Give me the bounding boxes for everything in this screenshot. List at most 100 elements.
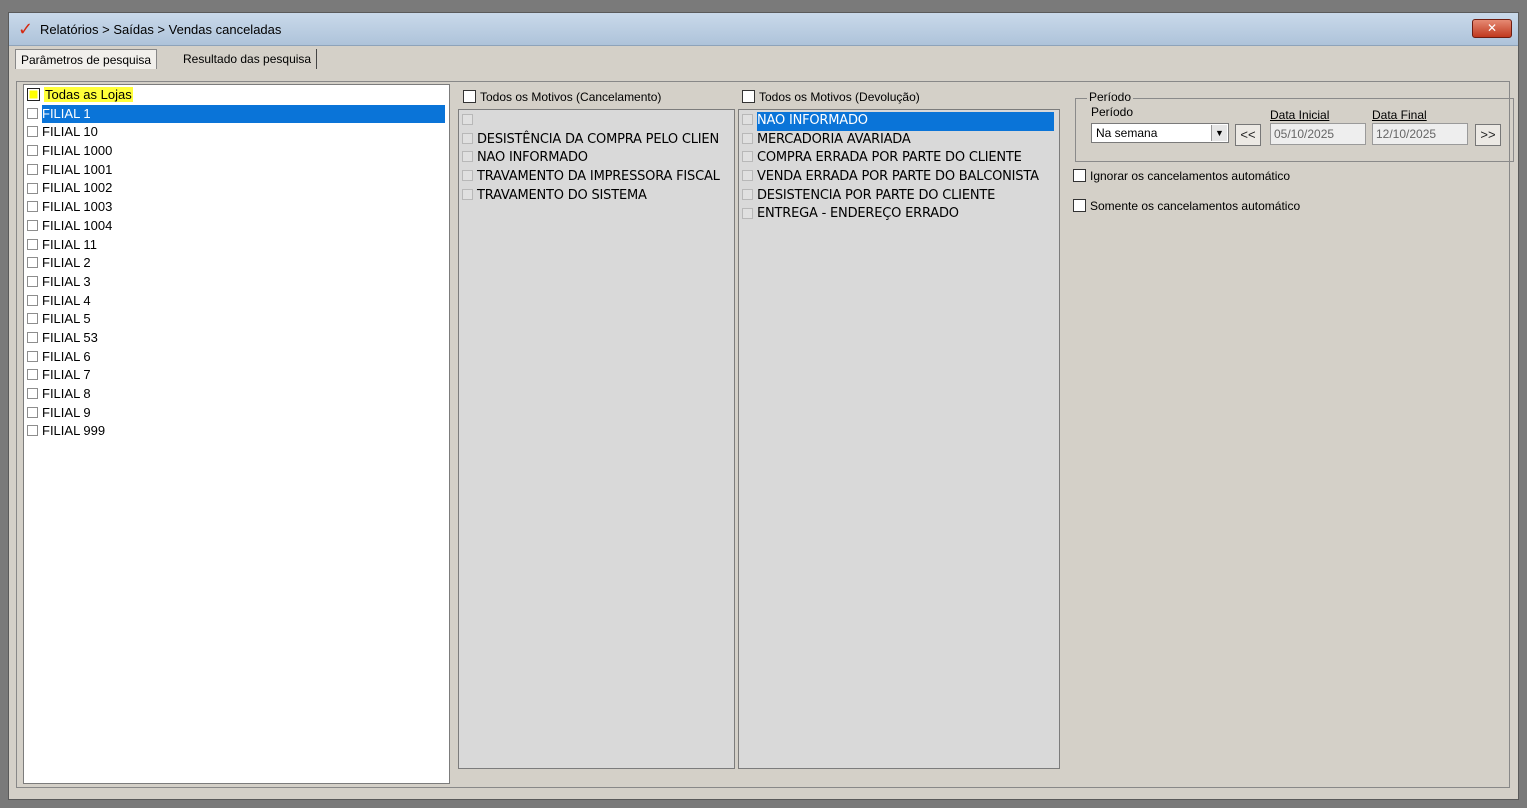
item-checkbox[interactable] [27,350,38,362]
periodo-select[interactable]: Na semana ▼ [1091,123,1229,143]
loja-list-item[interactable]: FILIAL 1002 [24,179,449,198]
item-checkbox[interactable] [462,151,473,163]
item-checkbox[interactable] [462,114,473,126]
item-label: FILIAL 1002 [42,180,113,196]
item-label: FILIAL 6 [42,348,91,364]
data-final-input[interactable]: 12/10/2025 [1372,123,1468,145]
loja-list-item[interactable]: FILIAL 6 [24,348,449,367]
loja-list-item[interactable]: FILIAL 2 [24,254,449,273]
somente-option[interactable]: Somente os cancelamentos automático [1070,199,1300,213]
item-label: NAO INFORMADO [477,150,588,166]
loja-list-item[interactable]: FILIAL 1 [24,104,449,124]
next-period-button[interactable]: >> [1475,124,1501,146]
item-checkbox[interactable] [742,151,753,163]
devolucao-list-item[interactable]: ENTREGA - ENDEREÇO ERRADO [739,204,1059,223]
item-checkbox[interactable] [742,188,753,200]
item-checkbox[interactable] [27,219,38,231]
item-checkbox[interactable] [27,369,38,381]
item-checkbox[interactable] [27,182,38,194]
devolucao-list-item[interactable]: NAO INFORMADO [739,111,1059,131]
chevron-down-icon[interactable]: ▼ [1211,125,1227,141]
close-button[interactable]: ✕ [1472,19,1512,38]
item-label: MERCADORIA AVARIADA [757,131,911,147]
main-window: ✓ Relatórios > Saídas > Vendas cancelada… [8,12,1519,800]
loja-list-item[interactable]: FILIAL 8 [24,385,449,404]
item-checkbox[interactable] [27,238,38,250]
todos-cancelamento-checkbox[interactable] [463,90,476,104]
cancelamento-list-item[interactable] [459,111,734,130]
todas-lojas-row[interactable]: Todas as Lojas [24,86,449,105]
item-checkbox[interactable] [27,313,38,325]
data-final-label: Data Final [1372,108,1427,122]
ignorar-checkbox[interactable] [1073,169,1086,183]
devolucao-list[interactable]: NAO INFORMADO MERCADORIA AVARIADA COMPRA E… [738,109,1060,769]
item-checkbox[interactable] [742,114,753,126]
item-label: FILIAL 1004 [42,217,113,233]
item-checkbox[interactable] [742,207,753,219]
item-label: FILIAL 11 [42,236,97,252]
item-checkbox[interactable] [742,132,753,144]
item-checkbox[interactable] [27,107,38,119]
item-label: FILIAL 7 [42,367,91,383]
loja-list-item[interactable]: FILIAL 5 [24,310,449,329]
somente-checkbox[interactable] [1073,199,1086,213]
item-label: DESISTÊNCIA DA COMPRA PELO CLIEN [477,131,719,147]
loja-list-item[interactable]: FILIAL 999 [24,422,449,441]
ignorar-option[interactable]: Ignorar os cancelamentos automático [1070,169,1290,183]
loja-list-item[interactable]: FILIAL 10 [24,123,449,142]
item-label: TRAVAMENTO DO SISTEMA [477,187,647,203]
devolucao-list-item[interactable]: COMPRA ERRADA POR PARTE DO CLIENTE [739,148,1059,167]
periodo-select-value: Na semana [1096,126,1158,140]
cancelamento-list-item[interactable]: TRAVAMENTO DO SISTEMA [459,186,734,205]
loja-list-item[interactable]: FILIAL 4 [24,292,449,311]
lojas-list[interactable]: Todas as Lojas FILIAL 1 FILIAL 10 FILIAL 1… [23,84,450,784]
todos-devolucao-checkbox[interactable] [742,90,755,104]
todos-cancelamento-label: Todos os Motivos (Cancelamento) [480,90,662,104]
item-label: COMPRA ERRADA POR PARTE DO CLIENTE [757,150,1022,166]
loja-list-item[interactable]: FILIAL 3 [24,273,449,292]
loja-list-item[interactable]: FILIAL 9 [24,404,449,423]
devolucao-header[interactable]: Todos os Motivos (Devolução) [739,90,920,104]
loja-list-item[interactable]: FILIAL 1004 [24,217,449,236]
item-checkbox[interactable] [462,170,473,182]
loja-list-item[interactable]: FILIAL 7 [24,366,449,385]
item-checkbox[interactable] [462,188,473,200]
item-checkbox[interactable] [27,126,38,138]
item-checkbox[interactable] [27,406,38,418]
loja-list-item[interactable]: FILIAL 1001 [24,161,449,180]
loja-list-item[interactable]: FILIAL 11 [24,236,449,255]
item-label: FILIAL 3 [42,273,91,289]
item-label: FILIAL 1000 [42,143,113,159]
item-checkbox[interactable] [27,257,38,269]
item-checkbox[interactable] [27,332,38,343]
loja-list-item[interactable]: FILIAL 53 [24,329,449,348]
prev-period-button[interactable]: << [1235,124,1261,146]
item-checkbox[interactable] [462,132,473,144]
window-title: Relatórios > Saídas > Vendas canceladas [40,22,282,37]
item-checkbox[interactable] [27,275,38,287]
item-checkbox[interactable] [742,170,753,182]
devolucao-list-item[interactable]: MERCADORIA AVARIADA [739,130,1059,149]
tab-resultado[interactable]: Resultado das pesquisa [178,49,318,69]
loja-list-item[interactable]: FILIAL 1000 [24,142,449,161]
cancelamento-list[interactable]: DESISTÊNCIA DA COMPRA PELO CLIEN NAO INFO… [458,109,735,769]
data-inicial-input[interactable]: 05/10/2025 [1270,123,1366,145]
item-checkbox[interactable] [27,145,38,157]
loja-list-item[interactable]: FILIAL 1003 [24,198,449,217]
item-checkbox[interactable] [27,201,38,213]
item-checkbox[interactable] [27,163,38,175]
item-label: DESISTENCIA POR PARTE DO CLIENTE [757,187,996,203]
todas-lojas-label: Todas as Lojas [44,87,133,102]
devolucao-list-item[interactable]: DESISTENCIA POR PARTE DO CLIENTE [739,186,1059,205]
cancelamento-list-item[interactable]: TRAVAMENTO DA IMPRESSORA FISCAL [459,167,734,186]
cancelamento-header[interactable]: Todos os Motivos (Cancelamento) [460,90,661,104]
item-checkbox[interactable] [27,425,38,437]
cancelamento-list-item[interactable]: DESISTÊNCIA DA COMPRA PELO CLIEN [459,130,734,149]
item-label: FILIAL 2 [42,255,91,271]
item-checkbox[interactable] [27,388,38,400]
cancelamento-list-item[interactable]: NAO INFORMADO [459,148,734,167]
todas-lojas-checkbox[interactable] [27,88,40,102]
item-checkbox[interactable] [27,294,38,306]
devolucao-list-item[interactable]: VENDA ERRADA POR PARTE DO BALCONISTA [739,167,1059,186]
tab-parametros[interactable]: Parâmetros de pesquisa [15,49,158,69]
